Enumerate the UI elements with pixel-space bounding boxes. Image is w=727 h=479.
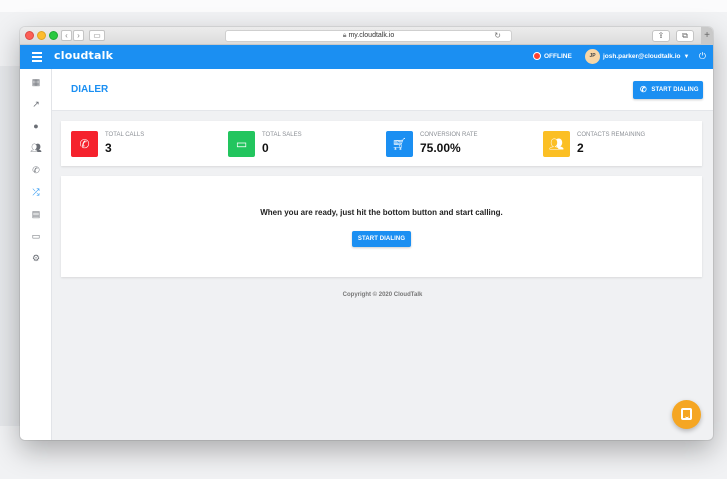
- avatar: JP: [585, 49, 600, 64]
- desktop-left-band: [0, 66, 20, 426]
- forward-button[interactable]: ›: [73, 30, 84, 41]
- user-email: josh.parker@cloudtalk.io: [603, 53, 681, 61]
- card-icon[interactable]: ▭: [20, 225, 52, 247]
- campaigns-icon[interactable]: ▤: [20, 203, 52, 225]
- stat-value: 0: [262, 141, 269, 155]
- phone-icon[interactable]: ✆: [20, 159, 52, 181]
- copyright: Copyright © 2020 CloudTalk: [342, 292, 423, 298]
- credit-card-icon: ▭: [228, 131, 255, 157]
- group-icon: 👥︎: [543, 131, 570, 157]
- sidebar: ▦ ↗ ● 👥︎ ✆ ⤮ ▤ ▭ ⚙: [20, 69, 52, 440]
- contacts-icon[interactable]: 👥︎: [20, 137, 52, 159]
- address-bar[interactable]: 🔒︎ my.cloudtalk.io ↻: [225, 30, 512, 42]
- minimize-window-button[interactable]: [37, 31, 46, 40]
- stats-card: ✆ TOTAL CALLS 3 ▭ TOTAL SALES 0 🛒︎ CONVE…: [61, 121, 702, 166]
- cart-icon: 🛒︎: [386, 131, 413, 157]
- chevron-down-icon: ▼: [683, 54, 690, 61]
- desktop-top-strip: [0, 0, 727, 12]
- browser-window: ‹ › ▭ 🔒︎ my.cloudtalk.io ↻ ⇪ ⧉ + cloudtal…: [20, 27, 713, 440]
- analytics-icon[interactable]: ↗: [20, 93, 52, 115]
- user-icon[interactable]: ●: [20, 115, 52, 137]
- share-icon[interactable]: ⇪: [652, 30, 670, 42]
- tabs-icon[interactable]: ⧉: [676, 30, 694, 42]
- cloudtalk-logo[interactable]: cloudtalk: [54, 49, 113, 62]
- status-label: OFFLINE: [544, 53, 572, 60]
- lock-icon: 🔒︎: [342, 32, 347, 39]
- stat-value: 2: [577, 141, 584, 155]
- browser-titlebar: ‹ › ▭ 🔒︎ my.cloudtalk.io ↻ ⇪ ⧉ +: [20, 27, 713, 45]
- page-title: DIALER: [71, 84, 109, 95]
- menu-icon[interactable]: [32, 52, 42, 62]
- stat-label: CONTACTS REMAINING: [577, 132, 646, 138]
- new-tab-button[interactable]: +: [701, 27, 713, 45]
- stat-label: TOTAL CALLS: [105, 132, 145, 138]
- close-window-button[interactable]: [25, 31, 34, 40]
- dashboard-icon[interactable]: ▦: [20, 71, 52, 93]
- maximize-window-button[interactable]: [49, 31, 58, 40]
- back-button[interactable]: ‹: [61, 30, 72, 41]
- app-header: cloudtalk OFFLINE JP josh.parker@cloudtal…: [20, 45, 713, 69]
- start-dialing-button[interactable]: START DIALING: [352, 231, 411, 247]
- status-toggle[interactable]: OFFLINE: [533, 52, 572, 60]
- user-menu[interactable]: JP josh.parker@cloudtalk.io ▼: [585, 49, 689, 64]
- phone-icon: ✆: [71, 131, 98, 157]
- start-dialing-label: START DIALING: [651, 87, 699, 93]
- stat-label: TOTAL SALES: [262, 132, 302, 138]
- chat-icon[interactable]: [672, 400, 701, 429]
- dialer-message: When you are ready, just hit the bottom …: [260, 208, 503, 217]
- page-header: DIALER ✆ START DIALING: [52, 69, 713, 111]
- reload-icon[interactable]: ↻: [494, 31, 501, 41]
- sidebar-toggle-icon[interactable]: ▭: [89, 30, 105, 41]
- dialer-icon[interactable]: ⤮: [20, 181, 52, 203]
- phone-icon: ✆: [640, 85, 647, 94]
- power-icon[interactable]: ⏻: [699, 51, 706, 62]
- dialer-panel: When you are ready, just hit the bottom …: [61, 176, 702, 277]
- stat-label: CONVERSION RATE: [420, 132, 478, 138]
- stat-value: 75.00%: [420, 141, 461, 155]
- url-text: my.cloudtalk.io: [348, 32, 395, 39]
- settings-icon[interactable]: ⚙: [20, 247, 52, 269]
- start-dialing-header-button[interactable]: ✆ START DIALING: [633, 81, 703, 99]
- status-dot-icon: [533, 52, 541, 60]
- stat-value: 3: [105, 141, 112, 155]
